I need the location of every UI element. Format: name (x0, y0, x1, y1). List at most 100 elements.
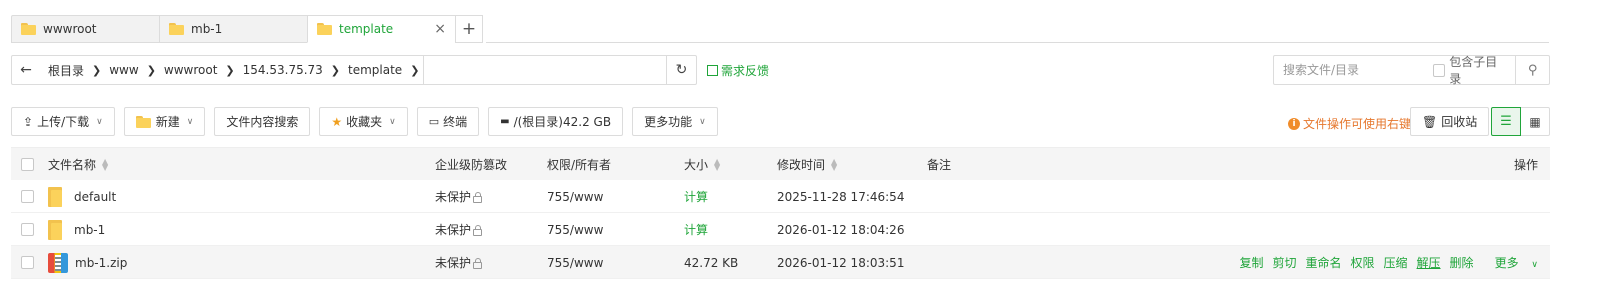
grid-view-button[interactable]: ▦ (1521, 107, 1550, 136)
permission-action[interactable]: 权限 (1351, 254, 1375, 271)
header-name-label: 文件名称 (48, 158, 97, 172)
disk-label: /(根目录)42.2 GB (513, 115, 612, 129)
back-arrow-icon[interactable]: ← (12, 62, 40, 78)
more-action[interactable]: 更多 ∨ (1486, 254, 1538, 271)
chevron-right-icon: ❯ (330, 63, 341, 77)
favorites-label: 收藏夹 (346, 115, 383, 129)
new-label: 新建 (155, 115, 180, 129)
row-checkbox[interactable] (21, 256, 34, 269)
modified-time: 2026-01-12 18:04:26 (777, 222, 905, 237)
chevron-right-icon: ❯ (225, 63, 235, 77)
protect-status: 未保护 (435, 223, 472, 237)
permission[interactable]: 755/www (547, 190, 603, 204)
tab-wwwroot[interactable]: wwwroot (11, 15, 159, 43)
lock-icon[interactable] (473, 225, 483, 236)
upload-label: 上传/下载 (37, 115, 90, 129)
file-name[interactable]: mb-1 (74, 223, 105, 237)
chevron-right-icon: ❯ (410, 63, 420, 77)
cut-action[interactable]: 剪切 (1272, 254, 1296, 271)
tab-mb-1[interactable]: mb-1 (159, 15, 307, 43)
lock-icon[interactable] (473, 192, 483, 203)
search-box: 包含子目录 ⚲ (1273, 53, 1550, 87)
recycle-bin-button[interactable]: 🗑 回收站 (1410, 107, 1490, 136)
calc-size-link[interactable]: 计算 (684, 188, 708, 205)
copy-action[interactable]: 复制 (1239, 254, 1263, 271)
close-icon[interactable]: × (434, 21, 446, 37)
breadcrumb-ip[interactable]: 154.53.75.73 (235, 63, 331, 77)
sort-icon: ▲ ▼ (102, 156, 109, 172)
recycle-label: 回收站 (1441, 115, 1478, 129)
trash-icon: 🗑 (1422, 114, 1438, 129)
header-note: 备注 (927, 148, 951, 181)
more-action-label: 更多 (1494, 256, 1519, 270)
folder-icon (48, 219, 62, 240)
chevron-down-icon: ∨ (389, 116, 396, 127)
delete-action[interactable]: 删除 (1450, 254, 1474, 271)
header-size[interactable]: 大小 ▲ ▼ (684, 148, 720, 181)
list-view-button[interactable]: ☰ (1491, 107, 1521, 136)
content-search-button[interactable]: 文件内容搜索 (214, 107, 311, 136)
new-button[interactable]: 新建 ∨ (123, 107, 206, 136)
lock-icon[interactable] (473, 258, 483, 269)
permission[interactable]: 755/www (547, 223, 603, 237)
row-checkbox[interactable] (21, 190, 34, 203)
breadcrumb-root[interactable]: 根目录 (40, 62, 92, 79)
favorites-button[interactable]: ★ 收藏夹 ∨ (319, 107, 408, 136)
terminal-icon: ▭ (428, 115, 440, 128)
refresh-icon[interactable]: ↻ (666, 56, 696, 84)
file-size: 42.72 KB (684, 255, 739, 270)
list-icon: ☰ (1500, 114, 1512, 129)
path-bar[interactable]: ← 根目录 ❯ www ❯ wwwroot ❯ 154.53.75.73 ❯ t… (11, 55, 697, 85)
file-name[interactable]: default (74, 190, 116, 204)
header-note-label: 备注 (927, 158, 952, 172)
header-op-label: 操作 (1513, 158, 1538, 172)
compress-action[interactable]: 压缩 (1384, 254, 1408, 271)
feedback-label: 需求反馈 (721, 64, 770, 78)
upload-download-button[interactable]: ⇪ 上传/下载 ∨ (11, 107, 115, 136)
upload-icon: ⇪ (23, 114, 34, 129)
select-all-checkbox[interactable] (21, 158, 34, 171)
add-tab-button[interactable]: + (455, 15, 483, 43)
search-button[interactable]: ⚲ (1515, 56, 1549, 84)
breadcrumb-www[interactable]: www (101, 63, 146, 77)
folder-icon (317, 23, 332, 35)
feedback-link[interactable]: 需求反馈 (707, 62, 769, 79)
tab-template[interactable]: template × (307, 15, 455, 43)
star-icon: ★ (331, 114, 343, 129)
search-icon: ⚲ (1527, 62, 1538, 78)
table-row[interactable]: mb-1.zip 未保护 755/www 42.72 KB 2026-01-12… (11, 246, 1550, 279)
right-click-tip: i 文件操作可使用右键 (1288, 115, 1411, 132)
protect-status: 未保护 (435, 190, 472, 204)
terminal-label: 终端 (443, 115, 468, 129)
path-input-area[interactable] (423, 56, 666, 84)
folder-icon (48, 186, 62, 207)
header-name[interactable]: 文件名称 ▲ ▼ (48, 148, 108, 181)
tab-label: wwwroot (43, 22, 97, 36)
terminal-button[interactable]: ▭ 终端 (416, 107, 480, 136)
table-row[interactable]: default 未保护 755/www 计算 2025-11-28 17:46:… (11, 180, 1550, 213)
permission[interactable]: 755/www (547, 256, 603, 270)
header-perm: 权限/所有者 (547, 148, 611, 181)
include-subdir-checkbox[interactable]: 包含子目录 (1433, 53, 1505, 87)
file-name[interactable]: mb-1.zip (75, 256, 127, 270)
include-subdir-label: 包含子目录 (1449, 55, 1498, 86)
search-input[interactable] (1274, 56, 1433, 84)
row-checkbox[interactable] (21, 223, 34, 236)
header-size-label: 大小 (684, 158, 709, 172)
calc-size-link[interactable]: 计算 (684, 221, 708, 238)
protect-status: 未保护 (435, 256, 472, 270)
file-table: 文件名称 ▲ ▼ 企业级防篡改 权限/所有者 大小 ▲ ▼ 修改时间 ▲ ▼ 备注 操… (11, 147, 1550, 279)
folder-icon (169, 23, 184, 35)
modified-time: 2025-11-28 17:46:54 (777, 189, 905, 204)
extract-action[interactable]: 解压 (1417, 254, 1441, 271)
header-mtime[interactable]: 修改时间 ▲ ▼ (777, 148, 837, 181)
breadcrumb-template[interactable]: template (340, 63, 410, 77)
zip-archive-icon (48, 252, 68, 273)
table-row[interactable]: mb-1 未保护 755/www 计算 2026-01-12 18:04:26 (11, 213, 1550, 246)
chevron-right-icon: ❯ (92, 63, 102, 77)
disk-button[interactable]: ▬ /(根目录)42.2 GB (488, 107, 624, 136)
breadcrumb-wwwroot[interactable]: wwwroot (156, 63, 226, 77)
rename-action[interactable]: 重命名 (1305, 254, 1341, 271)
more-functions-button[interactable]: 更多功能 ∨ (632, 107, 718, 136)
info-icon: i (1288, 117, 1300, 130)
